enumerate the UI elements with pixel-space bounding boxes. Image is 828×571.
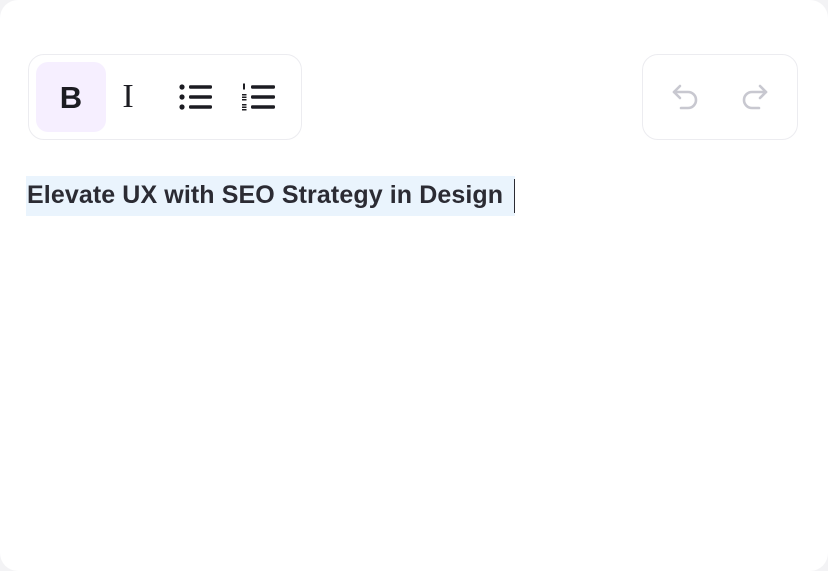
- undo-icon: [672, 84, 698, 110]
- numbered-list-icon: [242, 83, 275, 111]
- bold-icon: B: [59, 79, 83, 115]
- numbered-list-button[interactable]: [224, 62, 294, 132]
- editor-card: B I Elevate UX with SEO Strategy in Desi…: [0, 0, 828, 571]
- text-editor[interactable]: Elevate UX with SEO Strategy in Design: [26, 176, 802, 536]
- redo-icon: [742, 84, 768, 110]
- editor-text: Elevate UX with SEO Strategy in Design: [27, 181, 504, 209]
- italic-button[interactable]: I: [93, 62, 163, 132]
- format-toolbar: B I: [28, 54, 302, 140]
- selected-text-line[interactable]: Elevate UX with SEO Strategy in Design: [26, 176, 516, 216]
- undo-button[interactable]: [651, 62, 721, 132]
- history-toolbar: [642, 54, 798, 140]
- redo-button[interactable]: [719, 62, 789, 132]
- bullet-list-icon: [179, 84, 212, 110]
- text-caret: [513, 179, 516, 213]
- bullet-list-button[interactable]: [161, 62, 231, 132]
- italic-icon: I: [122, 78, 134, 115]
